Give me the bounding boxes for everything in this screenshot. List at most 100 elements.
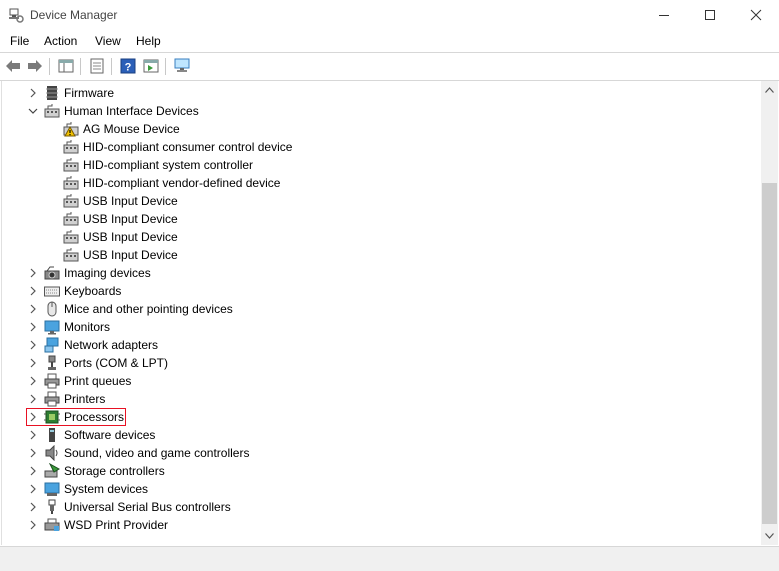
- maximize-button[interactable]: [687, 0, 733, 30]
- tree-category-storage-controllers[interactable]: Storage controllers: [2, 462, 762, 480]
- tree-device-usb-input-device[interactable]: USB Input Device: [2, 192, 762, 210]
- scroll-down-arrow-icon[interactable]: [765, 533, 774, 539]
- device-list-button[interactable]: [88, 57, 106, 75]
- tree-device-ag-mouse-device[interactable]: AG Mouse Device: [2, 120, 762, 138]
- tree-node-label: HID-compliant consumer control device: [83, 140, 293, 154]
- help-button[interactable]: ?: [119, 57, 137, 75]
- chevron-right-icon[interactable]: [28, 340, 38, 350]
- keyboard-icon: [44, 286, 60, 297]
- tree-category-sound-video-and-game-controllers[interactable]: Sound, video and game controllers: [2, 444, 762, 462]
- tree-node-label: USB Input Device: [83, 230, 178, 244]
- help-icon: ?: [120, 58, 136, 74]
- chevron-right-icon[interactable]: [28, 394, 38, 404]
- speaker-icon: [45, 445, 58, 461]
- menu-help[interactable]: Help: [132, 33, 165, 49]
- window-title: Device Manager: [30, 8, 118, 22]
- scan-hardware-button[interactable]: [173, 57, 191, 75]
- chevron-right-icon[interactable]: [28, 304, 38, 314]
- tree-category-print-queues[interactable]: Print queues: [2, 372, 762, 390]
- hid-icon: [63, 248, 79, 262]
- tree-category-ports-com-lpt[interactable]: Ports (COM & LPT): [2, 354, 762, 372]
- hid-icon: [63, 212, 79, 226]
- tree-node-label: Firmware: [64, 86, 114, 100]
- highlight-box: [26, 408, 126, 426]
- tree-device-hid-compliant-vendor-defined-device[interactable]: HID-compliant vendor-defined device: [2, 174, 762, 192]
- port-icon: [48, 355, 56, 370]
- tree-node-label: USB Input Device: [83, 212, 178, 226]
- tree-device-usb-input-device[interactable]: USB Input Device: [2, 210, 762, 228]
- tree-node-label: Human Interface Devices: [64, 104, 199, 118]
- chevron-down-icon[interactable]: [28, 106, 38, 116]
- chevron-right-icon[interactable]: [28, 466, 38, 476]
- tree-device-usb-input-device[interactable]: USB Input Device: [2, 246, 762, 264]
- tree-category-mice-and-other-pointing-devices[interactable]: Mice and other pointing devices: [2, 300, 762, 318]
- forward-icon: [28, 60, 42, 72]
- chevron-right-icon[interactable]: [28, 376, 38, 386]
- chevron-right-icon[interactable]: [28, 286, 38, 296]
- menu-bar: File Action View Help: [0, 30, 779, 52]
- menu-file[interactable]: File: [6, 33, 33, 49]
- tree-category-keyboards[interactable]: Keyboards: [2, 282, 762, 300]
- monitor-icon: [44, 320, 60, 335]
- maximize-icon: [705, 10, 715, 20]
- tree-category-human-interface-devices[interactable]: Human Interface Devices: [2, 102, 762, 120]
- forward-button[interactable]: [26, 57, 44, 75]
- tree-node-label: Mice and other pointing devices: [64, 302, 233, 316]
- menu-action[interactable]: Action: [40, 33, 81, 49]
- tree-node-label: Keyboards: [64, 284, 122, 298]
- vertical-scrollbar[interactable]: [761, 81, 778, 545]
- tree-node-label: Sound, video and game controllers: [64, 446, 250, 460]
- tree-node-label: System devices: [64, 482, 149, 496]
- action-pane-button[interactable]: [142, 57, 160, 75]
- chevron-right-icon[interactable]: [28, 358, 38, 368]
- menu-view[interactable]: View: [91, 33, 125, 49]
- tree-category-system-devices[interactable]: System devices: [2, 480, 762, 498]
- tree-node-label: USB Input Device: [83, 194, 178, 208]
- back-button[interactable]: [4, 57, 22, 75]
- scroll-up-arrow-icon[interactable]: [765, 87, 774, 93]
- tree-category-network-adapters[interactable]: Network adapters: [2, 336, 762, 354]
- tree-category-software-devices[interactable]: Software devices: [2, 426, 762, 444]
- chevron-right-icon[interactable]: [28, 268, 38, 278]
- minimize-button[interactable]: [641, 0, 687, 30]
- tree-device-hid-compliant-system-controller[interactable]: HID-compliant system controller: [2, 156, 762, 174]
- tree-category-imaging-devices[interactable]: Imaging devices: [2, 264, 762, 282]
- tree-category-firmware[interactable]: Firmware: [2, 84, 762, 102]
- svg-text:?: ?: [125, 62, 132, 74]
- tree-category-universal-serial-bus-controllers[interactable]: Universal Serial Bus controllers: [2, 498, 762, 516]
- tree-node-label: Ports (COM & LPT): [64, 356, 169, 370]
- minimize-icon: [659, 15, 669, 16]
- mouse-icon: [47, 301, 57, 317]
- tree-device-hid-compliant-consumer-control-device[interactable]: HID-compliant consumer control device: [2, 138, 762, 156]
- device-tree[interactable]: Firmware Human Interface Devices AG Mouse …: [1, 81, 762, 545]
- tree-category-wsd-print-provider[interactable]: WSD Print Provider: [2, 516, 762, 534]
- tree-device-usb-input-device[interactable]: USB Input Device: [2, 228, 762, 246]
- chevron-right-icon[interactable]: [28, 502, 38, 512]
- tree-node-label: Print queues: [64, 374, 132, 388]
- chevron-right-icon[interactable]: [28, 484, 38, 494]
- wsd-icon: [44, 518, 60, 531]
- close-button[interactable]: [733, 0, 779, 30]
- chevron-right-icon[interactable]: [28, 430, 38, 440]
- tree-node-label: Printers: [64, 392, 106, 406]
- chevron-right-icon[interactable]: [28, 322, 38, 332]
- properties-pane-button[interactable]: [57, 57, 75, 75]
- tree-node-label: USB Input Device: [83, 248, 178, 262]
- tree-category-monitors[interactable]: Monitors: [2, 318, 762, 336]
- chevron-right-icon[interactable]: [28, 448, 38, 458]
- tree-category-processors[interactable]: Processors: [2, 408, 762, 426]
- toolbar-separator: [49, 58, 50, 75]
- chevron-right-icon[interactable]: [28, 520, 38, 530]
- chevron-right-icon[interactable]: [28, 88, 38, 98]
- properties-pane-icon: [58, 59, 74, 73]
- hid-icon: [63, 194, 79, 208]
- tree-node-label: Monitors: [64, 320, 111, 334]
- tree-category-printers[interactable]: Printers: [2, 390, 762, 408]
- toolbar-separator: [165, 58, 166, 75]
- toolbar-separator: [111, 58, 112, 75]
- tree-node-label: AG Mouse Device: [83, 122, 180, 136]
- device-manager-app-icon: [8, 7, 24, 23]
- title-bar: Device Manager: [0, 0, 779, 30]
- scrollbar-thumb[interactable]: [762, 183, 777, 524]
- tree-node-label: Universal Serial Bus controllers: [64, 500, 231, 514]
